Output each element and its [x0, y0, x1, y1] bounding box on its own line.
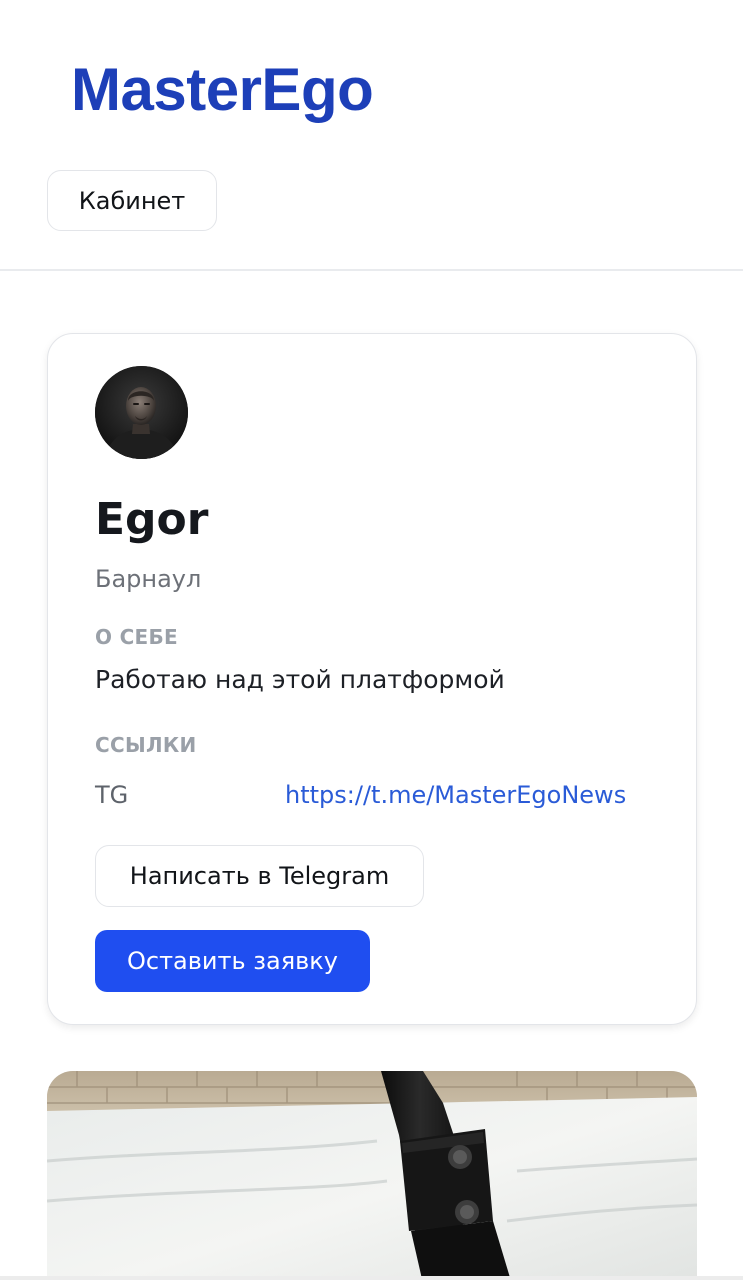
site-header: MasterEgo Кабинет — [0, 0, 743, 270]
profile-city: Барнаул — [95, 565, 202, 593]
write-telegram-button[interactable]: Написать в Telegram — [95, 845, 424, 907]
header-divider — [0, 269, 743, 271]
leave-request-button[interactable]: Оставить заявку — [95, 930, 370, 992]
about-text: Работаю над этой платформой — [95, 665, 505, 694]
work-photo — [47, 1071, 697, 1280]
logo[interactable]: MasterEgo — [71, 52, 374, 128]
profile-name: Egor — [95, 494, 209, 545]
cabinet-button[interactable]: Кабинет — [47, 170, 217, 231]
work-photo-card[interactable] — [47, 1071, 697, 1280]
link-url-tg[interactable]: https://t.me/MasterEgoNews — [285, 780, 626, 810]
avatar-photo — [95, 366, 188, 459]
bottom-divider — [0, 1276, 743, 1280]
link-name-tg: TG — [95, 781, 129, 809]
links-label: ССЫЛКИ — [95, 733, 197, 757]
avatar — [95, 366, 188, 459]
profile-card: Egor Барнаул О СЕБЕ Работаю над этой пла… — [47, 333, 697, 1025]
about-label: О СЕБЕ — [95, 625, 179, 649]
page: MasterEgo Кабинет Egor Барнаул О СЕБЕ Ра… — [0, 0, 743, 1280]
